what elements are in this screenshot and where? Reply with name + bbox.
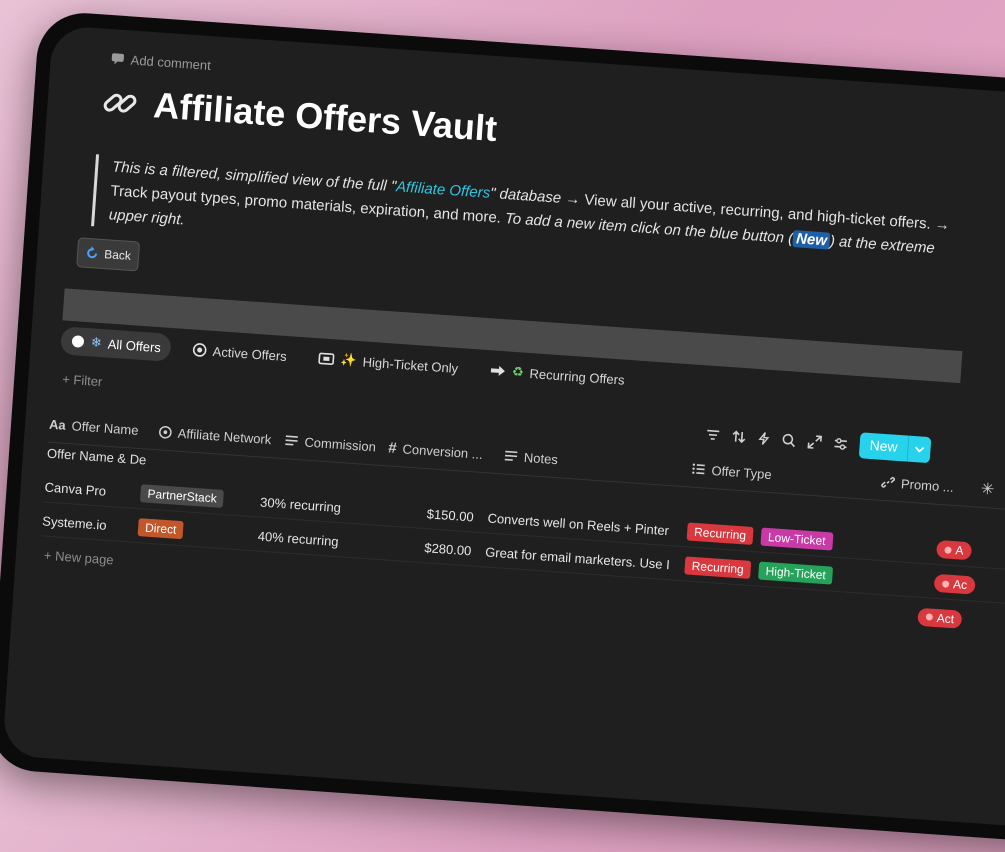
lightning-icon[interactable] <box>757 431 770 446</box>
col-conversion[interactable]: # Conversion ... <box>388 439 505 464</box>
status-label: Act <box>936 610 955 626</box>
tab-high-ticket-label: High-Ticket Only <box>362 353 459 376</box>
add-comment-button[interactable]: Add comment <box>110 51 211 73</box>
database-toolbar: New <box>705 422 932 464</box>
extra-status-cell: Act <box>917 607 963 629</box>
col-offer-type-label: Offer Type <box>711 462 773 482</box>
chevron-down-icon[interactable] <box>906 435 932 464</box>
tab-recurring[interactable]: ♻ Recurring Offers <box>479 356 635 395</box>
callout-text-2: " database <box>489 184 562 207</box>
row-notes: Great for email marketers. Use I <box>484 543 671 572</box>
status-badge: Ac <box>933 573 976 595</box>
sort-icon[interactable] <box>731 429 746 444</box>
row-notes: Converts well on Reels + Pinter <box>487 509 670 538</box>
snowflake-icon <box>71 334 86 349</box>
tab-all-offers-label: All Offers <box>107 336 162 355</box>
row-name[interactable]: Systeme.io <box>42 513 139 535</box>
row-network-cell: PartnerStack <box>139 484 261 510</box>
type-tag: Recurring <box>686 522 754 546</box>
list-icon <box>504 449 519 462</box>
status-dot-icon <box>944 545 952 554</box>
add-comment-label: Add comment <box>130 52 212 74</box>
network-tag: PartnerStack <box>139 484 225 508</box>
link-icon <box>881 475 896 490</box>
col-notes[interactable]: Notes <box>504 448 693 476</box>
snowflake-icon: ❄ <box>90 334 103 351</box>
new-page-label: New page <box>54 548 115 568</box>
row-status-cell: Ac <box>933 573 976 595</box>
tab-active-offers-label: Active Offers <box>212 343 288 364</box>
list-icon <box>691 463 706 476</box>
filter-button[interactable]: + Filter <box>62 371 103 389</box>
page-title: Affiliate Offers Vault <box>152 84 499 150</box>
callout-quote: This is a filtered, simplified view of t… <box>91 154 971 288</box>
filter-lines-icon[interactable] <box>706 429 721 442</box>
row-conversion: $280.00 <box>423 539 472 558</box>
link-icon <box>98 81 141 124</box>
comment-icon <box>110 52 125 66</box>
search-icon[interactable] <box>781 433 796 448</box>
target-icon <box>158 425 172 439</box>
col-conversion-label: Conversion ... <box>402 440 484 462</box>
back-button[interactable]: Back <box>76 237 141 272</box>
tab-recurring-label: Recurring Offers <box>529 365 626 388</box>
col-affiliate-network-label: Affiliate Network <box>177 425 272 447</box>
text-icon: Aa <box>48 416 67 433</box>
hash-icon: # <box>387 438 398 457</box>
tab-high-ticket[interactable]: ✨ High-Ticket Only <box>308 344 469 383</box>
row-commission: 40% recurring <box>257 527 340 549</box>
col-promo[interactable]: Promo ... <box>881 474 982 496</box>
tablet-frame: Add comment Affiliate Offers Vault This … <box>0 10 1005 852</box>
status-dot-icon <box>925 613 934 621</box>
col-status[interactable]: ✳ <box>980 479 995 500</box>
tab-active-offers[interactable]: Active Offers <box>182 335 298 370</box>
ticket-icon <box>318 352 335 366</box>
status-label: Ac <box>952 577 968 593</box>
arrow-icon <box>490 364 507 377</box>
notion-page: Add comment Affiliate Offers Vault This … <box>1 24 1005 837</box>
plus-icon: + <box>43 547 53 564</box>
network-tag: Direct <box>137 518 185 540</box>
col-offer-name[interactable]: Aa Offer Name <box>49 416 160 439</box>
col-promo-label: Promo ... <box>900 475 955 495</box>
row-name[interactable]: Canva Pro <box>44 479 141 501</box>
row-status-cell: A <box>935 539 973 561</box>
col-affiliate-network[interactable]: Affiliate Network <box>158 424 285 448</box>
sparkle-icon: ✨ <box>340 351 358 368</box>
row-network-cell: Direct <box>137 518 259 544</box>
recycle-icon: ♻ <box>511 363 525 380</box>
type-tag: High-Ticket <box>758 561 834 585</box>
type-tag: Low-Ticket <box>760 527 834 551</box>
new-highlight: New <box>792 230 831 250</box>
column-subheader: Offer Name & De <box>46 445 147 468</box>
sliders-icon[interactable] <box>833 436 848 451</box>
status-dot-icon <box>941 579 950 588</box>
new-page-button[interactable]: + New page <box>43 548 114 568</box>
col-offer-name-label: Offer Name <box>71 417 140 438</box>
type-tag: Recurring <box>684 556 752 579</box>
new-button[interactable]: New <box>858 432 932 464</box>
col-notes-label: Notes <box>523 449 559 467</box>
list-icon <box>284 434 299 447</box>
back-label: Back <box>103 247 132 263</box>
target-icon <box>192 343 207 358</box>
affiliate-offers-link[interactable]: Affiliate Offers <box>396 178 491 202</box>
row-conversion: $150.00 <box>426 505 475 524</box>
row-commission: 30% recurring <box>259 494 342 515</box>
status-badge: Act <box>917 607 963 629</box>
status-badge: A <box>935 539 973 561</box>
spinner-icon: ✳ <box>980 480 995 499</box>
new-button-label: New <box>869 436 899 455</box>
page-header: Affiliate Offers Vault <box>98 80 498 150</box>
status-label: A <box>955 543 965 558</box>
col-offer-type[interactable]: Offer Type <box>691 461 882 489</box>
refresh-icon <box>85 246 100 261</box>
col-commission[interactable]: Commission <box>284 433 389 455</box>
expand-icon[interactable] <box>807 435 823 450</box>
col-commission-label: Commission <box>304 434 377 454</box>
tab-all-offers[interactable]: ❄ All Offers <box>60 326 172 362</box>
